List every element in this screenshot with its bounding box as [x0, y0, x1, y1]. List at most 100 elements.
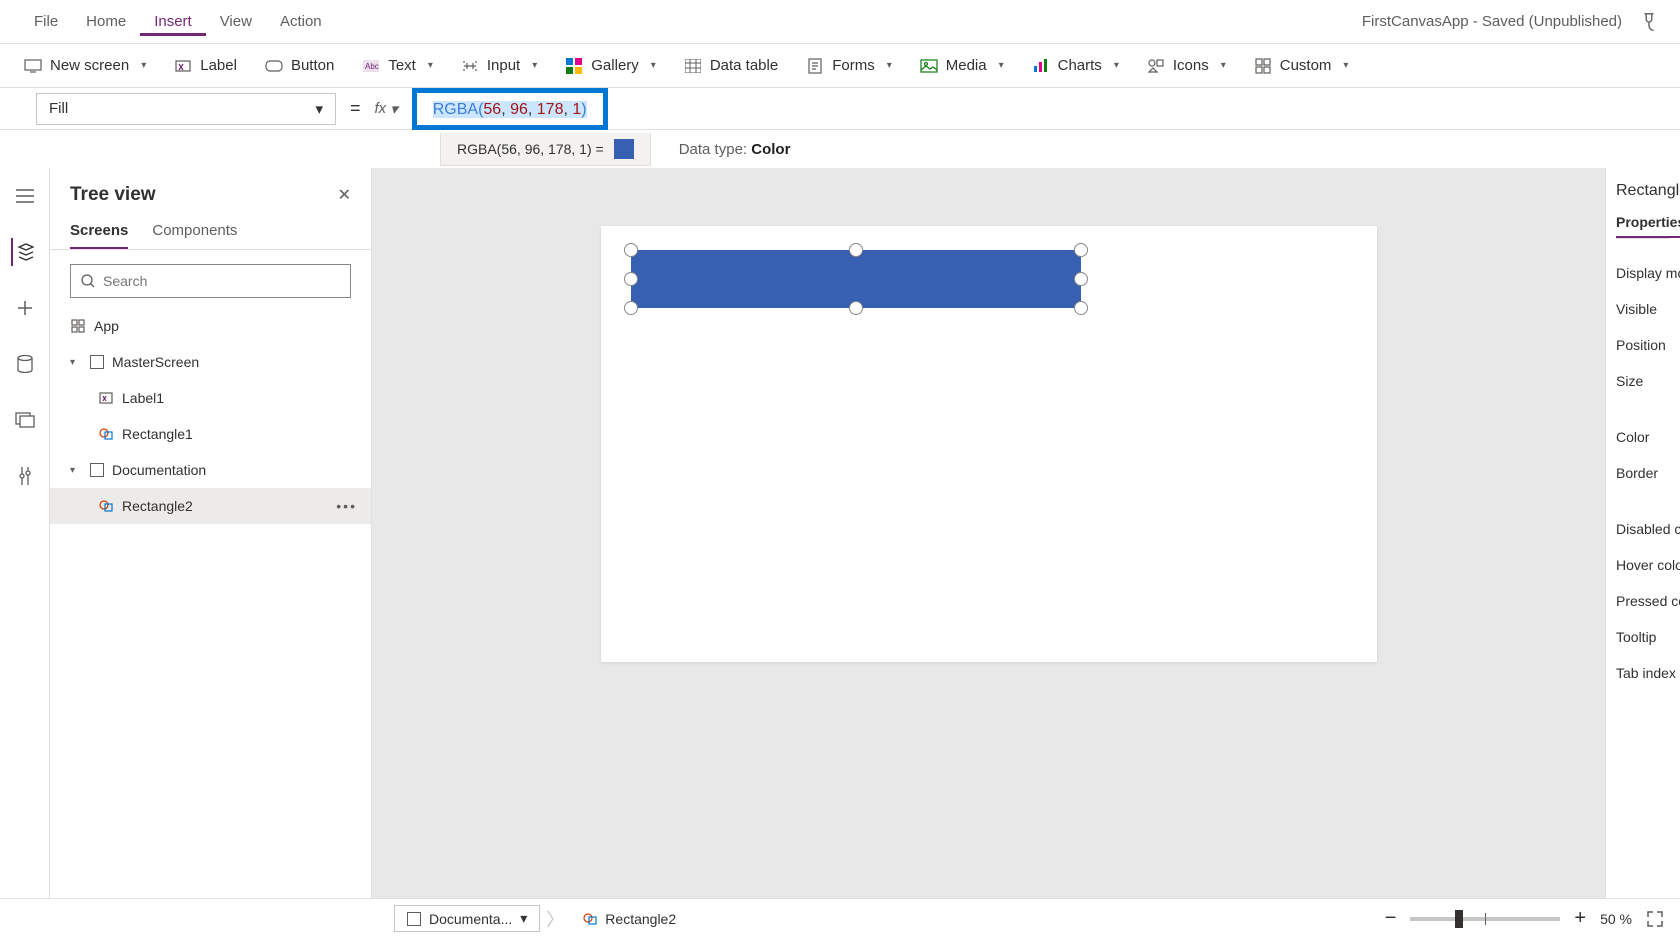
zoom-slider[interactable]	[1410, 917, 1560, 921]
prop-display-mode[interactable]: Display mode	[1616, 255, 1670, 291]
prop-disabled-color[interactable]: Disabled color	[1616, 511, 1670, 547]
menu-action[interactable]: Action	[266, 7, 336, 36]
rail-insert[interactable]	[11, 294, 39, 322]
main-area: Tree view ✕ Screens Components App ▾ Mas…	[0, 168, 1680, 898]
tree-tabs: Screens Components	[50, 214, 371, 250]
control-name: Rectangle	[1616, 182, 1670, 200]
prop-size[interactable]: Size	[1616, 363, 1670, 399]
resize-handle[interactable]	[624, 243, 638, 257]
resize-handle[interactable]	[1074, 272, 1088, 286]
prop-hover-color[interactable]: Hover color	[1616, 547, 1670, 583]
formula-result: RGBA(56, 96, 178, 1) =	[440, 133, 651, 166]
properties-pane: Rectangle Properties Display mode Visibl…	[1605, 168, 1680, 898]
ribbon: New screen▾ Label Button Abc Text▾ Input…	[0, 44, 1680, 88]
screen-icon	[24, 57, 42, 75]
rail-media[interactable]	[11, 406, 39, 434]
zoom-in-button[interactable]: +	[1574, 907, 1586, 930]
button-button[interactable]: Button	[251, 53, 348, 79]
more-icon[interactable]: •••	[336, 498, 357, 514]
canvas[interactable]	[601, 226, 1377, 662]
zoom-level: 50 %	[1600, 911, 1632, 927]
close-icon[interactable]: ✕	[338, 185, 351, 205]
prop-visible[interactable]: Visible	[1616, 291, 1670, 327]
media-icon	[920, 57, 938, 75]
gallery-icon	[565, 57, 583, 75]
input-button[interactable]: Input▾	[447, 53, 551, 79]
menu-bar: File Home Insert View Action FirstCanvas…	[0, 0, 1680, 44]
menu-view[interactable]: View	[206, 7, 266, 36]
custom-button[interactable]: Custom▾	[1240, 53, 1363, 79]
charts-button[interactable]: Charts▾	[1018, 53, 1133, 79]
resize-handle[interactable]	[849, 243, 863, 257]
prop-position[interactable]: Position	[1616, 327, 1670, 363]
chevron-down-icon: ▾	[887, 60, 892, 71]
chevron-down-icon: ▾	[532, 60, 537, 71]
label-button[interactable]: Label	[160, 53, 251, 79]
rectangle2-shape[interactable]	[631, 250, 1081, 308]
breadcrumb-screen[interactable]: Documenta... ▾	[394, 905, 540, 932]
tree-node-screen[interactable]: ▾ MasterScreen	[50, 344, 371, 380]
search-icon	[81, 274, 95, 288]
prop-tooltip[interactable]: Tooltip	[1616, 619, 1670, 655]
rail-hamburger[interactable]	[11, 182, 39, 210]
breadcrumb-control[interactable]: Rectangle2	[570, 906, 689, 932]
chevron-down-icon: ▾	[1114, 60, 1119, 71]
icons-button[interactable]: Icons▾	[1133, 53, 1240, 79]
rail-tree-view[interactable]	[11, 238, 39, 266]
prop-tab-index[interactable]: Tab index	[1616, 655, 1670, 691]
chevron-down-icon: ▾	[1221, 60, 1226, 71]
checkbox	[407, 912, 421, 926]
tab-screens[interactable]: Screens	[70, 214, 128, 249]
resize-handle[interactable]	[1074, 243, 1088, 257]
rail-tools[interactable]	[11, 462, 39, 490]
resize-handle[interactable]	[849, 301, 863, 315]
tab-properties[interactable]: Properties	[1616, 214, 1680, 238]
resize-handle[interactable]	[624, 301, 638, 315]
menu-home[interactable]: Home	[72, 7, 140, 36]
tree-search[interactable]	[70, 264, 351, 298]
tree-node-control[interactable]: Label1	[50, 380, 371, 416]
prop-pressed-color[interactable]: Pressed color	[1616, 583, 1670, 619]
formula-input[interactable]: RGBA(56, 96, 178, 1)	[412, 88, 608, 130]
tree-node-app[interactable]: App	[50, 308, 371, 344]
tree-view-pane: Tree view ✕ Screens Components App ▾ Mas…	[50, 168, 372, 898]
prop-border[interactable]: Border	[1616, 455, 1670, 491]
menu-insert[interactable]: Insert	[140, 7, 206, 36]
checkbox[interactable]	[90, 355, 104, 369]
label-icon	[174, 57, 192, 75]
fit-to-screen-icon[interactable]	[1646, 910, 1664, 928]
forms-button[interactable]: Forms▾	[792, 53, 906, 79]
forms-icon	[806, 57, 824, 75]
tree-node-control[interactable]: Rectangle1	[50, 416, 371, 452]
text-icon: Abc	[362, 57, 380, 75]
app-title: FirstCanvasApp - Saved (Unpublished)	[1362, 13, 1622, 30]
chevron-down-icon: ▾	[428, 60, 433, 71]
resize-handle[interactable]	[1074, 301, 1088, 315]
checkbox[interactable]	[90, 463, 104, 477]
gallery-button[interactable]: Gallery▾	[551, 53, 670, 79]
chevron-down-icon: ▾	[520, 910, 527, 927]
text-button[interactable]: Abc Text▾	[348, 53, 447, 79]
app-checker-icon[interactable]	[1638, 11, 1660, 33]
status-bar: Documenta... ▾ 〉 Rectangle2 − + 50 %	[0, 898, 1680, 938]
color-swatch	[614, 139, 634, 159]
tree-search-input[interactable]	[103, 273, 340, 289]
new-screen-button[interactable]: New screen▾	[10, 53, 160, 79]
tree-node-control-selected[interactable]: Rectangle2 •••	[50, 488, 371, 524]
tree: App ▾ MasterScreen Label1 Rectangle1 ▾ D…	[50, 308, 371, 898]
shape-icon	[583, 912, 597, 926]
property-dropdown[interactable]: Fill ▾	[36, 93, 336, 125]
tab-components[interactable]: Components	[152, 214, 237, 249]
media-button[interactable]: Media▾	[906, 53, 1018, 79]
rail-data[interactable]	[11, 350, 39, 378]
resize-handle[interactable]	[624, 272, 638, 286]
menu-file[interactable]: File	[20, 7, 72, 36]
zoom-out-button[interactable]: −	[1385, 907, 1397, 930]
canvas-area[interactable]	[372, 168, 1605, 898]
equals-sign: =	[336, 98, 375, 119]
data-table-button[interactable]: Data table	[670, 53, 792, 79]
chevron-down-icon: ▾	[390, 100, 398, 118]
fx-label[interactable]: fx▾	[375, 100, 398, 118]
tree-node-screen[interactable]: ▾ Documentation	[50, 452, 371, 488]
prop-color[interactable]: Color	[1616, 419, 1670, 455]
